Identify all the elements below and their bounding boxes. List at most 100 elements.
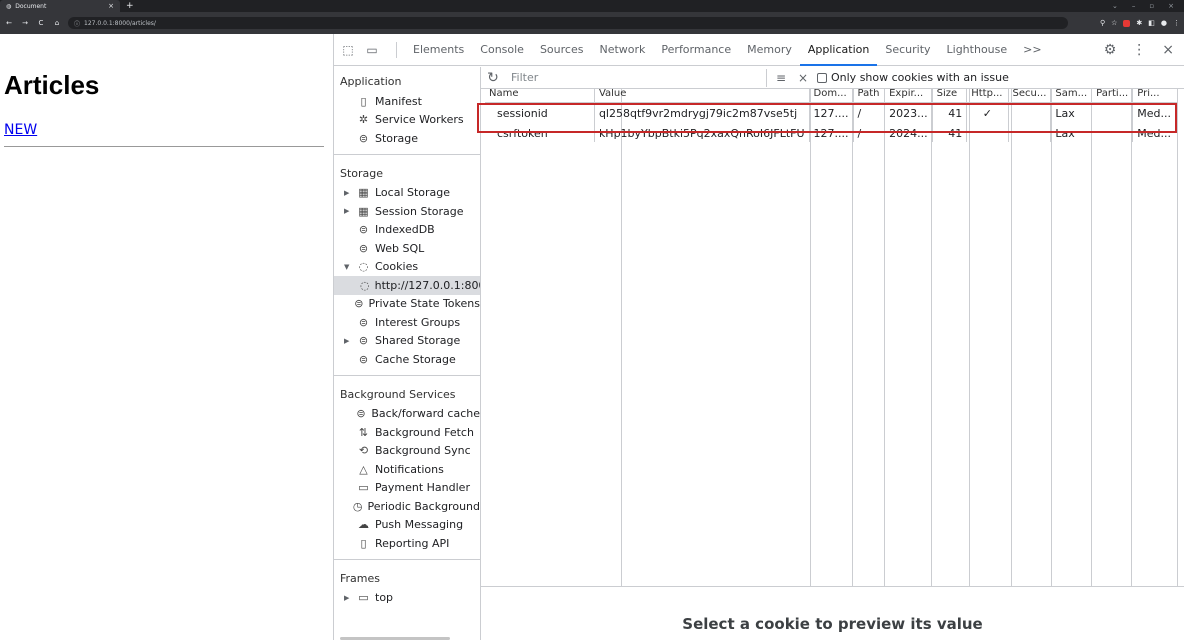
sidebar-item-manifest[interactable]: ▯ Manifest xyxy=(334,92,480,111)
sidebar-item-push-messaging[interactable]: ☁ Push Messaging xyxy=(334,516,480,535)
column-header[interactable]: Pri... xyxy=(1132,89,1178,103)
device-toolbar-icon[interactable]: ▭ xyxy=(364,43,380,57)
expanded-arrow-icon[interactable]: ▼ xyxy=(344,263,352,271)
sidebar-item-private-state-tokens[interactable]: ⊜ Private State Tokens xyxy=(334,295,480,314)
inspect-element-icon[interactable]: ⬚ xyxy=(340,43,356,57)
tab-sources[interactable]: Sources xyxy=(532,34,592,66)
refresh-icon[interactable]: ↻ xyxy=(485,70,501,86)
site-info-icon[interactable]: ⓘ xyxy=(74,19,80,28)
column-header[interactable]: Expir... xyxy=(884,89,933,103)
only-issues-label: Only show cookies with an issue xyxy=(831,71,1009,84)
tab-search-icon[interactable]: ⌄ xyxy=(1112,2,1118,10)
frame-icon: ▭ xyxy=(358,591,369,605)
more-tabs-button[interactable]: >> xyxy=(1015,34,1049,66)
sidebar-item-interest-groups[interactable]: ⊜ Interest Groups xyxy=(334,313,480,332)
minimize-button[interactable]: – xyxy=(1132,2,1136,10)
home-button[interactable]: ⌂ xyxy=(52,19,62,27)
tab-security[interactable]: Security xyxy=(877,34,938,66)
collapsed-arrow-icon[interactable]: ▶ xyxy=(344,189,352,197)
zoom-icon[interactable]: ⚲ xyxy=(1100,19,1105,27)
sidebar-item-label: Reporting API xyxy=(375,536,450,550)
sidebar-item-periodic-background[interactable]: ◷ Periodic Background xyxy=(334,497,480,516)
sidebar-item-cache-storage[interactable]: ⊜ Cache Storage xyxy=(334,350,480,369)
tab-performance[interactable]: Performance xyxy=(653,34,739,66)
clear-all-cookies-icon[interactable]: ≡ xyxy=(773,71,789,85)
column-gridlines xyxy=(485,89,1178,587)
extension-red-icon[interactable] xyxy=(1123,19,1131,27)
maximize-button[interactable]: ▫ xyxy=(1149,2,1154,10)
table-row[interactable]: csrftoken kHp1byYbpBtki5Pq2xaxQnRoI6JFLtF… xyxy=(485,124,1178,142)
settings-gear-icon[interactable]: ⚙ xyxy=(1104,42,1117,58)
window-close-button[interactable]: × xyxy=(1168,2,1174,10)
sidebar-item-storage[interactable]: ⊜ Storage xyxy=(334,129,480,148)
puzzle-icon[interactable]: ✱ xyxy=(1136,19,1142,27)
sidebar-item-session-storage[interactable]: ▶ ▦ Session Storage xyxy=(334,202,480,221)
sidebar-item-back-forward-cache[interactable]: ⊜ Back/forward cache xyxy=(334,405,480,424)
sidebar-item-top[interactable]: ▶ ▭ top xyxy=(334,589,480,608)
sidebar-item-payment-handler[interactable]: ▭ Payment Handler xyxy=(334,479,480,498)
bookmark-star-icon[interactable]: ☆ xyxy=(1111,19,1117,27)
sidebar-item-indexeddb[interactable]: ⊜ IndexedDB xyxy=(334,221,480,240)
sync-icon: ⟲ xyxy=(358,444,369,458)
reload-button[interactable]: C xyxy=(36,19,46,27)
sidebar-item-label: Periodic Background xyxy=(367,499,480,513)
sidebar-item-local-storage[interactable]: ▶ ▦ Local Storage xyxy=(334,184,480,203)
collapsed-arrow-icon[interactable]: ▶ xyxy=(344,337,352,345)
profile-avatar[interactable]: ● xyxy=(1161,19,1167,27)
delete-selected-icon[interactable]: × xyxy=(795,71,811,85)
column-header[interactable]: Value xyxy=(594,89,810,103)
tab-network[interactable]: Network xyxy=(591,34,653,66)
sidebar-item-background-sync[interactable]: ⟲ Background Sync xyxy=(334,442,480,461)
collapsed-arrow-icon[interactable]: ▶ xyxy=(344,207,352,215)
column-header[interactable]: Parti... xyxy=(1091,89,1134,103)
close-devtools-icon[interactable]: × xyxy=(1162,42,1174,58)
sidebar-item-background-fetch[interactable]: ⇅ Background Fetch xyxy=(334,423,480,442)
column-header[interactable]: Http... xyxy=(966,89,1009,103)
sidepanel-icon[interactable]: ◧ xyxy=(1148,19,1155,27)
back-button[interactable]: ← xyxy=(4,19,14,27)
sidebar-item-label: top xyxy=(375,591,394,605)
column-header[interactable]: Name xyxy=(485,89,595,103)
updown-arrows-icon: ⇅ xyxy=(358,425,369,439)
cell-secure xyxy=(1008,102,1052,124)
forward-button[interactable]: → xyxy=(20,19,30,27)
sidebar-item-web-sql[interactable]: ⊜ Web SQL xyxy=(334,239,480,258)
tab-close-icon[interactable]: × xyxy=(108,2,114,10)
checkbox-box[interactable] xyxy=(817,72,827,83)
column-header[interactable]: Dom... xyxy=(809,89,854,103)
table-row[interactable]: sessionid ql258qtf9vr2mdrygj79ic2m87vse5t… xyxy=(485,102,1178,124)
cell-partition xyxy=(1091,124,1134,142)
collapsed-arrow-icon[interactable]: ▶ xyxy=(344,594,352,602)
new-article-link[interactable]: NEW xyxy=(4,122,37,138)
filter-input[interactable]: Filter xyxy=(507,68,767,87)
new-tab-button[interactable]: + xyxy=(126,1,134,11)
sidebar-item-http-127-0-0-1-800[interactable]: ◌ http://127.0.0.1:800 xyxy=(334,276,480,295)
sidebar-item-shared-storage[interactable]: ▶ ⊜ Shared Storage xyxy=(334,332,480,351)
only-issues-checkbox[interactable]: Only show cookies with an issue xyxy=(817,71,1009,84)
column-header[interactable]: Sam... xyxy=(1050,89,1093,103)
tab-application[interactable]: Application xyxy=(799,34,878,66)
tab-console[interactable]: Console xyxy=(472,34,532,66)
customize-kebab-icon[interactable]: ⋮ xyxy=(1132,42,1146,58)
tab-memory[interactable]: Memory xyxy=(739,34,800,66)
sidebar-item-label: http://127.0.0.1:800 xyxy=(374,278,481,292)
menu-kebab-icon[interactable]: ⋮ xyxy=(1173,19,1180,27)
sidebar-item-service-workers[interactable]: ✲ Service Workers xyxy=(334,111,480,130)
cell-partition xyxy=(1091,102,1134,124)
browser-tab[interactable]: ◍ Document × xyxy=(0,0,120,12)
sidebar-item-cookies[interactable]: ▼ ◌ Cookies xyxy=(334,258,480,277)
column-header[interactable]: Size xyxy=(932,89,968,103)
database-icon: ⊜ xyxy=(354,297,364,311)
omnibox[interactable]: ⓘ 127.0.0.1:8000/articles/ xyxy=(68,17,1068,29)
column-header[interactable]: Path xyxy=(853,89,886,103)
sidebar-item-label: Notifications xyxy=(375,462,444,476)
gears-icon: ✲ xyxy=(358,113,369,127)
tab-lighthouse[interactable]: Lighthouse xyxy=(939,34,1016,66)
column-header[interactable]: Secu... xyxy=(1008,89,1052,103)
gridline xyxy=(1131,89,1132,587)
sidebar-item-reporting-api[interactable]: ▯ Reporting API xyxy=(334,534,480,553)
sidebar-item-label: IndexedDB xyxy=(375,223,435,237)
tab-elements[interactable]: Elements xyxy=(405,34,472,66)
sidebar-item-notifications[interactable]: △ Notifications xyxy=(334,460,480,479)
document-icon: ▯ xyxy=(360,536,367,550)
